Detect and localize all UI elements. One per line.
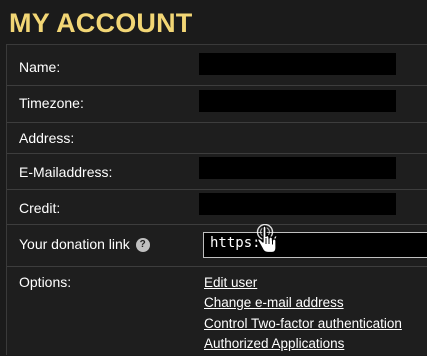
credit-label: Credit:	[19, 200, 61, 216]
table-row-timezone: Timezone:	[7, 85, 427, 123]
table-row-credit: Credit:	[7, 189, 427, 225]
email-label: E-Mailaddress:	[19, 164, 113, 180]
table-row-email: E-Mailaddress:	[7, 153, 427, 190]
name-label: Name:	[19, 59, 61, 75]
edit-user-link[interactable]: Edit user	[204, 275, 257, 290]
timezone-value-redacted	[199, 90, 396, 112]
table-row-options: Options: Edit user Change e-mail address…	[7, 266, 427, 356]
credit-value-redacted	[199, 193, 396, 215]
table-row-donation: Your donation link ? https://	[7, 224, 427, 267]
account-table: Name: Timezone: Address: E-Mailaddress: …	[6, 44, 427, 355]
donation-label: Your donation link	[19, 236, 130, 252]
timezone-label: Timezone:	[19, 95, 84, 111]
table-row-address: Address:	[7, 122, 427, 154]
question-circle-icon[interactable]: ?	[135, 238, 150, 253]
options-label: Options:	[19, 274, 72, 290]
authorized-applications-link[interactable]: Authorized Applications	[204, 336, 344, 351]
donation-link-field[interactable]: https://	[203, 232, 427, 258]
address-label: Address:	[19, 130, 75, 146]
change-email-link[interactable]: Change e-mail address	[204, 295, 344, 310]
email-value-redacted	[199, 157, 396, 179]
name-value-redacted	[199, 53, 396, 75]
donation-label-wrap: Your donation link ?	[19, 236, 150, 253]
table-row-name: Name:	[7, 45, 427, 85]
hand-pointer-cursor-icon	[256, 224, 277, 254]
page-title: MY ACCOUNT	[9, 8, 193, 38]
two-factor-link[interactable]: Control Two-factor authentication	[204, 316, 402, 331]
